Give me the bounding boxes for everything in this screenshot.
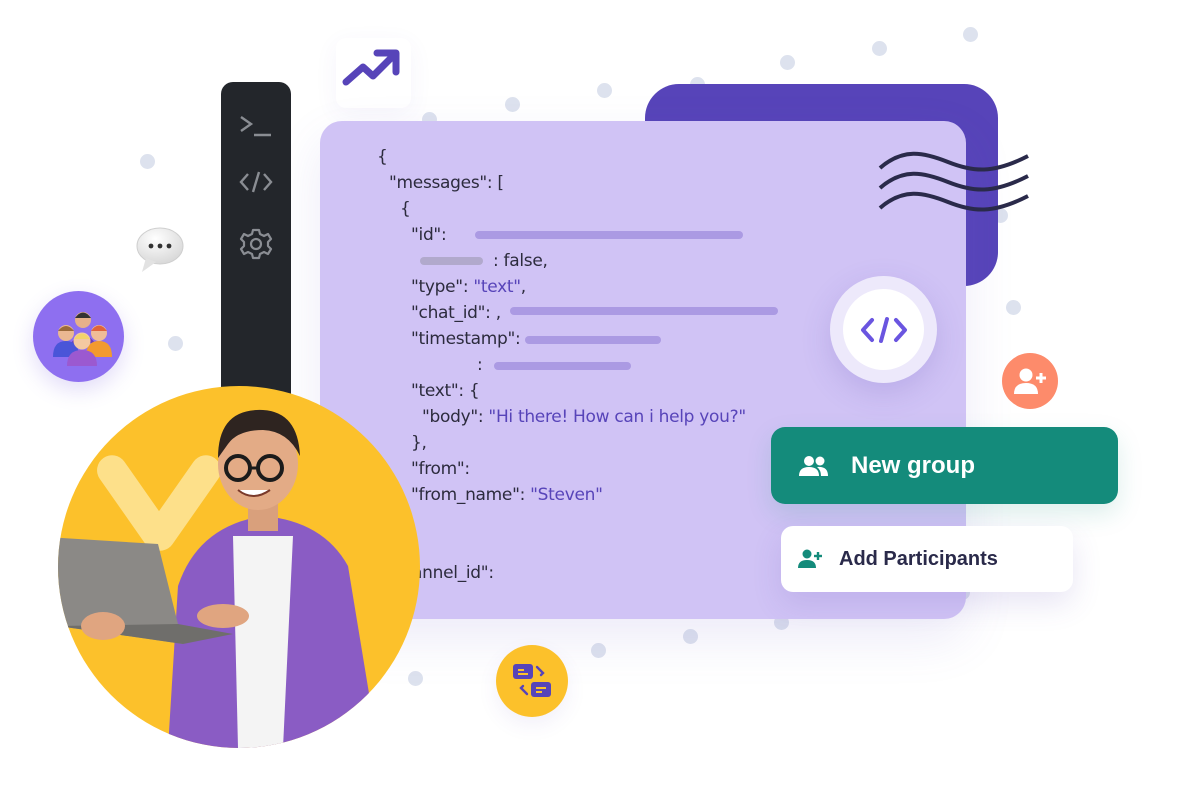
decor-dot: [591, 643, 606, 658]
swap-messages-icon: [513, 664, 551, 697]
person-with-laptop-illustration: [58, 409, 378, 748]
team-avatar-badge: [33, 291, 124, 382]
terminal-icon: [240, 116, 271, 137]
code-line: "chat_id": ,: [411, 303, 501, 323]
group-icon: [799, 455, 829, 477]
code-string: "text": [473, 277, 521, 297]
code-line: "from_name": "Steven": [411, 485, 603, 505]
trending-up-tile: [336, 38, 411, 108]
code-icon: [860, 316, 907, 343]
code-string: "Hi there! How can i help you?": [488, 407, 746, 427]
decor-dot: [408, 671, 423, 686]
new-group-label: New group: [851, 451, 975, 479]
code-punct: ,: [520, 277, 526, 297]
code-line: "from":: [411, 459, 470, 479]
decor-dot: [1006, 300, 1021, 315]
code-line: "messages": [: [389, 173, 504, 193]
code-line: :: [477, 355, 483, 375]
code-toolbar: [221, 82, 291, 412]
decor-dot: [168, 336, 183, 351]
redacted-key-bar: [420, 257, 483, 265]
code-key: "type":: [411, 277, 474, 297]
code-line: "type": "text",: [411, 277, 526, 297]
add-participants-button[interactable]: Add Participants: [781, 526, 1073, 592]
team-icon: [53, 312, 112, 366]
decor-dot: [872, 41, 887, 56]
code-line: "id":: [411, 225, 447, 245]
gear-icon: [239, 228, 273, 260]
wave-lines-icon: [878, 151, 1029, 212]
code-line: "body": "Hi there! How can i help you?": [422, 407, 746, 427]
code-line: "timestamp":: [411, 329, 521, 349]
code-key: "body":: [422, 407, 489, 427]
decor-dot: [597, 83, 612, 98]
redacted-value-bar: [494, 362, 631, 370]
swap-messages-badge: [496, 645, 568, 717]
code-line: : false,: [493, 251, 548, 271]
code-line: {: [400, 199, 411, 219]
code-button[interactable]: [221, 164, 291, 200]
code-string: "Steven": [530, 485, 603, 505]
decor-dot: [505, 97, 520, 112]
redacted-value-bar: [510, 307, 778, 315]
new-group-button[interactable]: New group: [771, 427, 1118, 504]
decor-dot: [780, 55, 795, 70]
code-badge: [830, 276, 937, 383]
code-key: "from_name":: [411, 485, 531, 505]
hero-photo: [58, 386, 420, 748]
redacted-value-bar: [475, 231, 743, 239]
code-icon: [239, 171, 273, 193]
decor-dot: [683, 629, 698, 644]
code-line: "text": {: [411, 381, 480, 401]
decor-dot: [963, 27, 978, 42]
add-user-badge[interactable]: [1002, 353, 1058, 409]
code-line: {: [377, 147, 388, 167]
trending-up-icon: [342, 49, 400, 86]
settings-button[interactable]: [221, 226, 291, 262]
add-participant-icon: [798, 549, 822, 569]
terminal-button[interactable]: [221, 108, 291, 144]
add-participants-label: Add Participants: [839, 547, 998, 570]
code-line: },: [411, 433, 427, 453]
add-user-icon: [1014, 368, 1046, 394]
code-badge-inner: [843, 289, 924, 370]
chat-bubble-icon: [136, 227, 184, 272]
decor-dot: [140, 154, 155, 169]
redacted-value-bar: [525, 336, 661, 344]
